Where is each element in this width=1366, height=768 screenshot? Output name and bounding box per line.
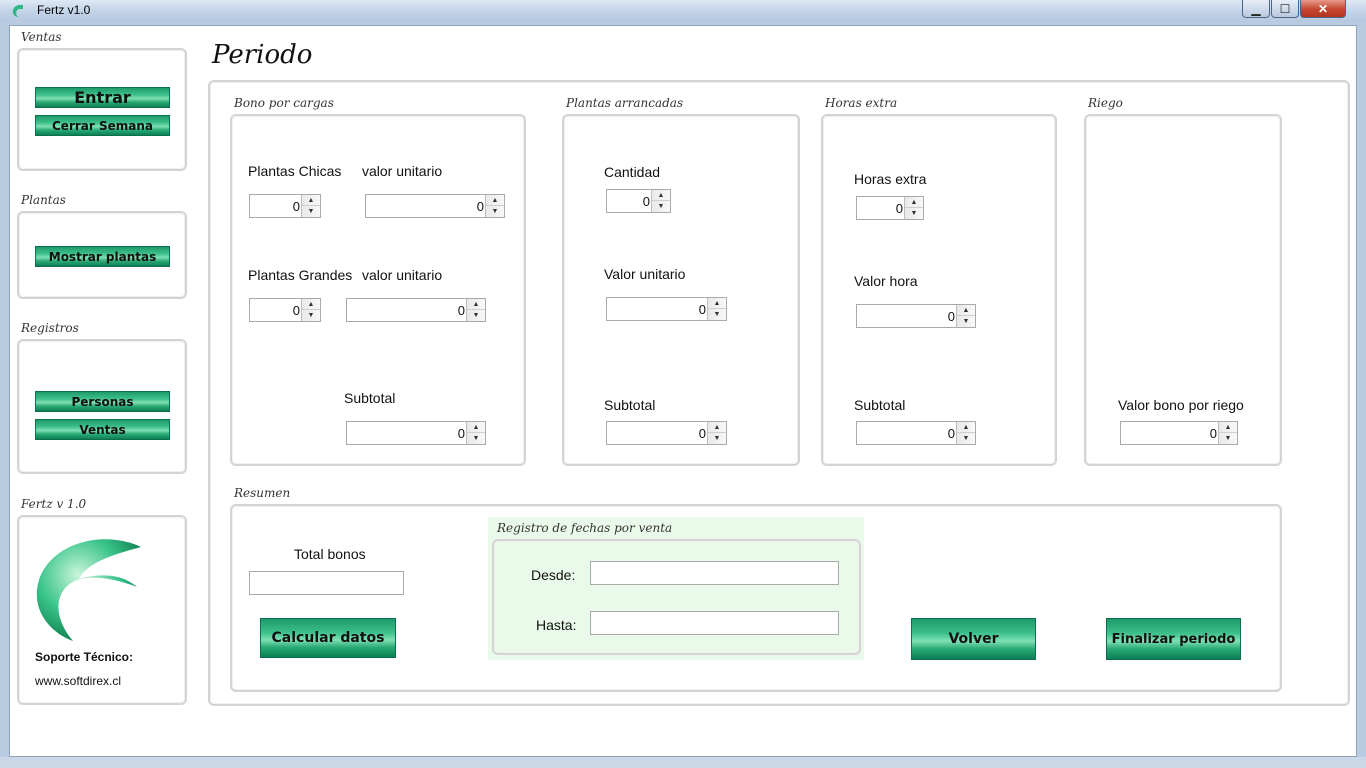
spinner-down-icon[interactable]: ▼	[467, 433, 485, 444]
spinner-down-icon[interactable]: ▼	[302, 206, 320, 217]
soporte-label: Soporte Técnico:	[35, 650, 134, 664]
ventas-section-label: Ventas	[21, 30, 62, 44]
fechas-panel	[492, 539, 861, 655]
spinner-down-icon[interactable]: ▼	[957, 316, 975, 327]
arrancadas-subtotal-spinner[interactable]: 0 ▲ ▼	[606, 421, 727, 445]
arrancadas-valor-unitario-spinner[interactable]: 0 ▲ ▼	[606, 297, 727, 321]
horas-subtotal-spinner[interactable]: 0 ▲ ▼	[856, 421, 976, 445]
spinner-up-icon[interactable]: ▲	[486, 195, 504, 206]
spinner-down-icon[interactable]: ▼	[905, 208, 923, 219]
about-section-label: Fertz v 1.0	[21, 497, 87, 511]
fertz-logo	[36, 539, 141, 641]
soporte-url[interactable]: www.softdirex.cl	[35, 674, 121, 688]
spinner-down-icon[interactable]: ▼	[957, 433, 975, 444]
ventas-registro-button[interactable]: Ventas	[35, 419, 170, 440]
close-button[interactable]: ✕	[1300, 0, 1346, 18]
valor-bono-riego-spinner[interactable]: 0 ▲ ▼	[1120, 421, 1238, 445]
ventas-panel	[17, 48, 187, 171]
finalizar-periodo-button[interactable]: Finalizar periodo	[1106, 618, 1241, 660]
arrancadas-valor-unitario-label: Valor unitario	[604, 266, 686, 282]
hasta-label: Hasta:	[536, 617, 577, 633]
riego-section-label: Riego	[1088, 96, 1123, 110]
plantas-chicas-spinner[interactable]: 0 ▲ ▼	[249, 194, 321, 218]
calcular-datos-button[interactable]: Calcular datos	[260, 618, 396, 658]
personas-button[interactable]: Personas	[35, 391, 170, 412]
taskbar-strip	[0, 757, 1366, 768]
resumen-section-label: Resumen	[234, 486, 291, 500]
spinner-down-icon[interactable]: ▼	[652, 201, 670, 212]
window-titlebar: Fertz v1.0 ▁ ☐ ✕	[0, 0, 1366, 22]
minimize-button[interactable]: ▁	[1242, 0, 1270, 18]
arrancadas-panel	[562, 114, 800, 466]
page-title: Periodo	[212, 40, 313, 70]
arrancadas-section-label: Plantas arrancadas	[566, 96, 684, 110]
maximize-button[interactable]: ☐	[1271, 0, 1299, 18]
horas-section-label: Horas extra	[825, 96, 898, 110]
spinner-up-icon[interactable]: ▲	[957, 422, 975, 433]
plantas-grandes-label: Plantas Grandes	[248, 267, 353, 283]
spinner-up-icon[interactable]: ▲	[957, 305, 975, 316]
bono-section-label: Bono por cargas	[234, 96, 334, 110]
entrar-button[interactable]: Entrar	[35, 87, 170, 108]
cerrar-semana-button[interactable]: Cerrar Semana	[35, 115, 170, 136]
horas-panel	[821, 114, 1057, 466]
valor-hora-label: Valor hora	[854, 273, 918, 289]
volver-button[interactable]: Volver	[911, 618, 1036, 660]
spinner-down-icon[interactable]: ▼	[302, 310, 320, 321]
riego-panel	[1084, 114, 1282, 466]
app-logo-icon	[12, 4, 23, 17]
bono-subtotal-label: Subtotal	[344, 390, 396, 406]
chicas-valor-unitario-label: valor unitario	[362, 163, 443, 179]
spinner-down-icon[interactable]: ▼	[708, 433, 726, 444]
registros-section-label: Registros	[21, 321, 79, 335]
spinner-up-icon[interactable]: ▲	[302, 195, 320, 206]
cantidad-label: Cantidad	[604, 164, 661, 180]
spinner-up-icon[interactable]: ▲	[905, 197, 923, 208]
spinner-up-icon[interactable]: ▲	[1219, 422, 1237, 433]
total-bonos-label: Total bonos	[294, 546, 366, 562]
desde-field[interactable]	[590, 561, 839, 585]
spinner-down-icon[interactable]: ▼	[708, 309, 726, 320]
mostrar-plantas-button[interactable]: Mostrar plantas	[35, 246, 170, 267]
spinner-up-icon[interactable]: ▲	[652, 190, 670, 201]
valor-hora-spinner[interactable]: 0 ▲ ▼	[856, 304, 976, 328]
plantas-grandes-spinner[interactable]: 0 ▲ ▼	[249, 298, 321, 322]
valor-bono-riego-label: Valor bono por riego	[1118, 397, 1244, 413]
spinner-up-icon[interactable]: ▲	[708, 422, 726, 433]
spinner-down-icon[interactable]: ▼	[486, 206, 504, 217]
spinner-up-icon[interactable]: ▲	[467, 299, 485, 310]
spinner-up-icon[interactable]: ▲	[708, 298, 726, 309]
bono-subtotal-spinner[interactable]: 0 ▲ ▼	[346, 421, 486, 445]
cantidad-spinner[interactable]: 0 ▲ ▼	[606, 189, 671, 213]
grandes-valor-unitario-spinner[interactable]: 0 ▲ ▼	[346, 298, 486, 322]
grandes-valor-unitario-label: valor unitario	[362, 267, 443, 283]
plantas-chicas-label: Plantas Chicas	[248, 163, 342, 179]
plantas-section-label: Plantas	[21, 193, 66, 207]
desde-label: Desde:	[531, 567, 576, 583]
horas-subtotal-label: Subtotal	[854, 397, 906, 413]
total-bonos-field[interactable]	[249, 571, 404, 595]
arrancadas-subtotal-label: Subtotal	[604, 397, 656, 413]
fechas-section-label: Registro de fechas por venta	[497, 521, 673, 535]
spinner-down-icon[interactable]: ▼	[467, 310, 485, 321]
spinner-down-icon[interactable]: ▼	[1219, 433, 1237, 444]
chicas-valor-unitario-spinner[interactable]: 0 ▲ ▼	[365, 194, 505, 218]
horas-extra-spinner[interactable]: 0 ▲ ▼	[856, 196, 924, 220]
horas-extra-label: Horas extra	[854, 171, 927, 187]
hasta-field[interactable]	[590, 611, 839, 635]
window-title: Fertz v1.0	[37, 3, 91, 17]
spinner-up-icon[interactable]: ▲	[467, 422, 485, 433]
spinner-up-icon[interactable]: ▲	[302, 299, 320, 310]
